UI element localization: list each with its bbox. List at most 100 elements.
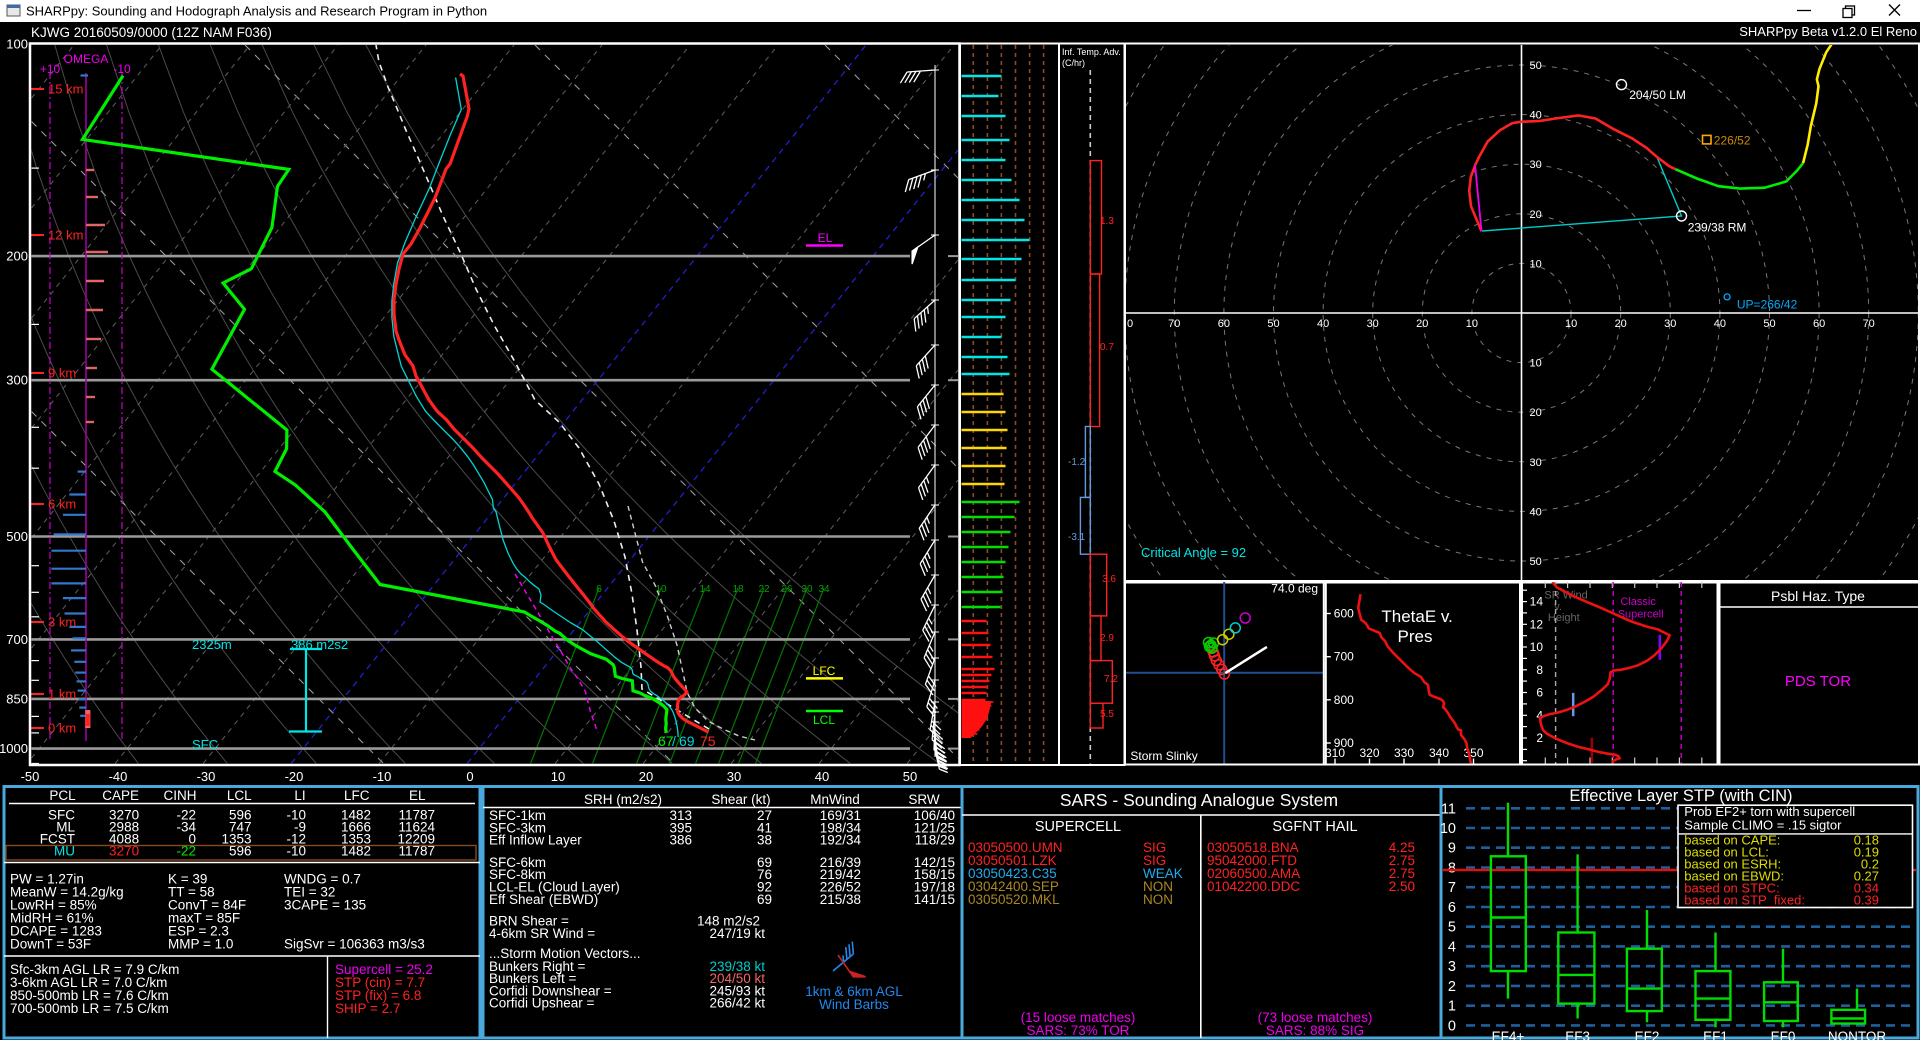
svg-text:-1.2: -1.2 [1068,457,1086,468]
svg-text:26: 26 [781,584,793,595]
svg-text:PCL: PCL [49,788,76,803]
svg-text:EF4+: EF4+ [1492,1029,1525,1040]
svg-text:3: 3 [1448,959,1456,975]
svg-text:700: 700 [1334,650,1354,664]
svg-text:2: 2 [1536,731,1543,745]
svg-text:192/34: 192/34 [820,833,862,848]
svg-text:SHIP = 2.7: SHIP = 2.7 [335,1001,400,1016]
svg-text:2.50: 2.50 [1389,879,1415,894]
svg-text:14: 14 [1530,595,1544,609]
svg-text:340: 340 [1429,746,1449,760]
svg-text:30: 30 [727,769,741,784]
svg-text:SHARPpy: Sounding and Hodograp: SHARPpy: Sounding and Hodograph Analysis… [26,4,487,19]
svg-text:300: 300 [6,373,28,388]
svg-text:6: 6 [596,584,602,595]
svg-text:Wind Barbs: Wind Barbs [819,997,889,1012]
svg-text:20: 20 [639,769,653,784]
svg-text:-40: -40 [109,769,128,784]
svg-text:Effective Layer STP (with CIN): Effective Layer STP (with CIN) [1569,787,1792,805]
svg-text:7.2: 7.2 [1104,674,1118,685]
svg-text:Inf. Temp. Adv.: Inf. Temp. Adv. [1062,47,1121,57]
svg-text:-20: -20 [285,769,304,784]
svg-text:PDS TOR: PDS TOR [1785,673,1851,690]
svg-text:-3.1: -3.1 [1068,532,1086,543]
svg-text:CINH: CINH [164,788,197,803]
svg-text:KJWG 20160509/0000 (12Z NA: KJWG 20160509/0000 (12Z NAM F036) [31,25,272,40]
svg-text:OMEGA: OMEGA [64,52,109,66]
svg-text:SUPERCELL: SUPERCELL [1035,819,1121,835]
svg-text:SGFNT HAIL: SGFNT HAIL [1272,819,1357,835]
svg-text:15 km: 15 km [48,82,83,97]
svg-text:330: 330 [1394,746,1414,760]
svg-text:Eff Inflow Layer: Eff Inflow Layer [489,833,582,848]
svg-text:20: 20 [1530,407,1542,419]
svg-text:SHARPpy Beta v1.2.0 El Reno: SHARPpy Beta v1.2.0 El Reno [1739,24,1917,39]
svg-text:22: 22 [758,584,770,595]
svg-text:310: 310 [1325,746,1345,760]
svg-text:10: 10 [1530,258,1542,270]
svg-text:700: 700 [6,632,28,647]
svg-text:20: 20 [1416,318,1428,330]
svg-text:LI: LI [294,788,305,803]
svg-text:-10: -10 [373,769,392,784]
svg-text:NONTOR: NONTOR [1828,1029,1887,1040]
svg-text:Psbl Haz. Type: Psbl Haz. Type [1771,588,1865,604]
svg-text:LCL: LCL [227,788,252,803]
svg-text:20: 20 [1615,318,1627,330]
svg-text:266/42 kt: 266/42 kt [709,996,765,1011]
svg-text:EL: EL [409,788,426,803]
svg-text:40: 40 [1317,318,1329,330]
svg-text:3CAPE = 135: 3CAPE = 135 [284,898,366,913]
svg-text:Shear (kt): Shear (kt) [711,792,770,807]
svg-text:34: 34 [818,584,830,595]
svg-text:LFC: LFC [813,664,836,678]
svg-text:2: 2 [1448,979,1456,995]
svg-text:Corfidi Upshear =: Corfidi Upshear = [489,996,595,1011]
svg-text:11: 11 [1441,801,1456,817]
svg-text:SRH (m2/s2): SRH (m2/s2) [584,792,662,807]
svg-text:-10: -10 [113,62,131,76]
svg-text:EL: EL [818,231,833,245]
svg-text:700-500mb LR = 7.5 C/km: 700-500mb LR = 7.5 C/km [10,1001,169,1016]
svg-text:Critical Angle = 92: Critical Angle = 92 [1141,545,1246,560]
svg-text:204/50 LM: 204/50 LM [1629,88,1686,102]
svg-text:30: 30 [1530,159,1542,171]
svg-text:MMP = 1.0: MMP = 1.0 [168,937,233,952]
svg-text:LCL: LCL [813,713,835,727]
svg-text:320: 320 [1359,746,1379,760]
svg-text:12: 12 [1530,617,1544,631]
svg-text:3 km: 3 km [48,615,76,630]
svg-text:30: 30 [801,584,813,595]
svg-text:1: 1 [1448,999,1456,1015]
svg-text:200: 200 [6,249,28,264]
svg-text:50: 50 [1530,60,1542,72]
svg-text:SFC: SFC [192,737,218,752]
svg-text:74.0 deg: 74.0 deg [1271,582,1318,596]
svg-text:10: 10 [1466,318,1478,330]
svg-text:1000: 1000 [0,741,28,756]
svg-text:Height: Height [1548,612,1580,624]
svg-text:01042200.DDC: 01042200.DDC [1207,879,1300,894]
svg-text:69: 69 [679,733,695,749]
svg-text:69: 69 [757,892,772,907]
svg-text:EF2: EF2 [1635,1029,1660,1040]
svg-text:30: 30 [1367,318,1379,330]
svg-text:0 km: 0 km [48,721,76,736]
svg-text:40: 40 [1714,318,1726,330]
svg-text:based on STP_fixed:: based on STP_fixed: [1684,893,1805,908]
svg-text:-30: -30 [197,769,216,784]
svg-text:0.39: 0.39 [1854,893,1879,908]
svg-text:10: 10 [551,769,565,784]
svg-text:1.3: 1.3 [1100,216,1114,227]
svg-text:SRW: SRW [908,792,940,807]
svg-text:215/38: 215/38 [820,892,861,907]
svg-text:SigSvr = 106363 m3/s3: SigSvr = 106363 m3/s3 [284,937,425,952]
svg-text:EF3: EF3 [1565,1029,1590,1040]
svg-text:60: 60 [1813,318,1825,330]
svg-text:30: 30 [1664,318,1676,330]
svg-text:DownT = 53F: DownT = 53F [10,937,91,952]
svg-text:NON: NON [1143,892,1173,907]
svg-text:7: 7 [1448,880,1456,896]
svg-text:226/52: 226/52 [1714,134,1751,148]
svg-text:SARS: 88% SIG: SARS: 88% SIG [1266,1023,1364,1038]
